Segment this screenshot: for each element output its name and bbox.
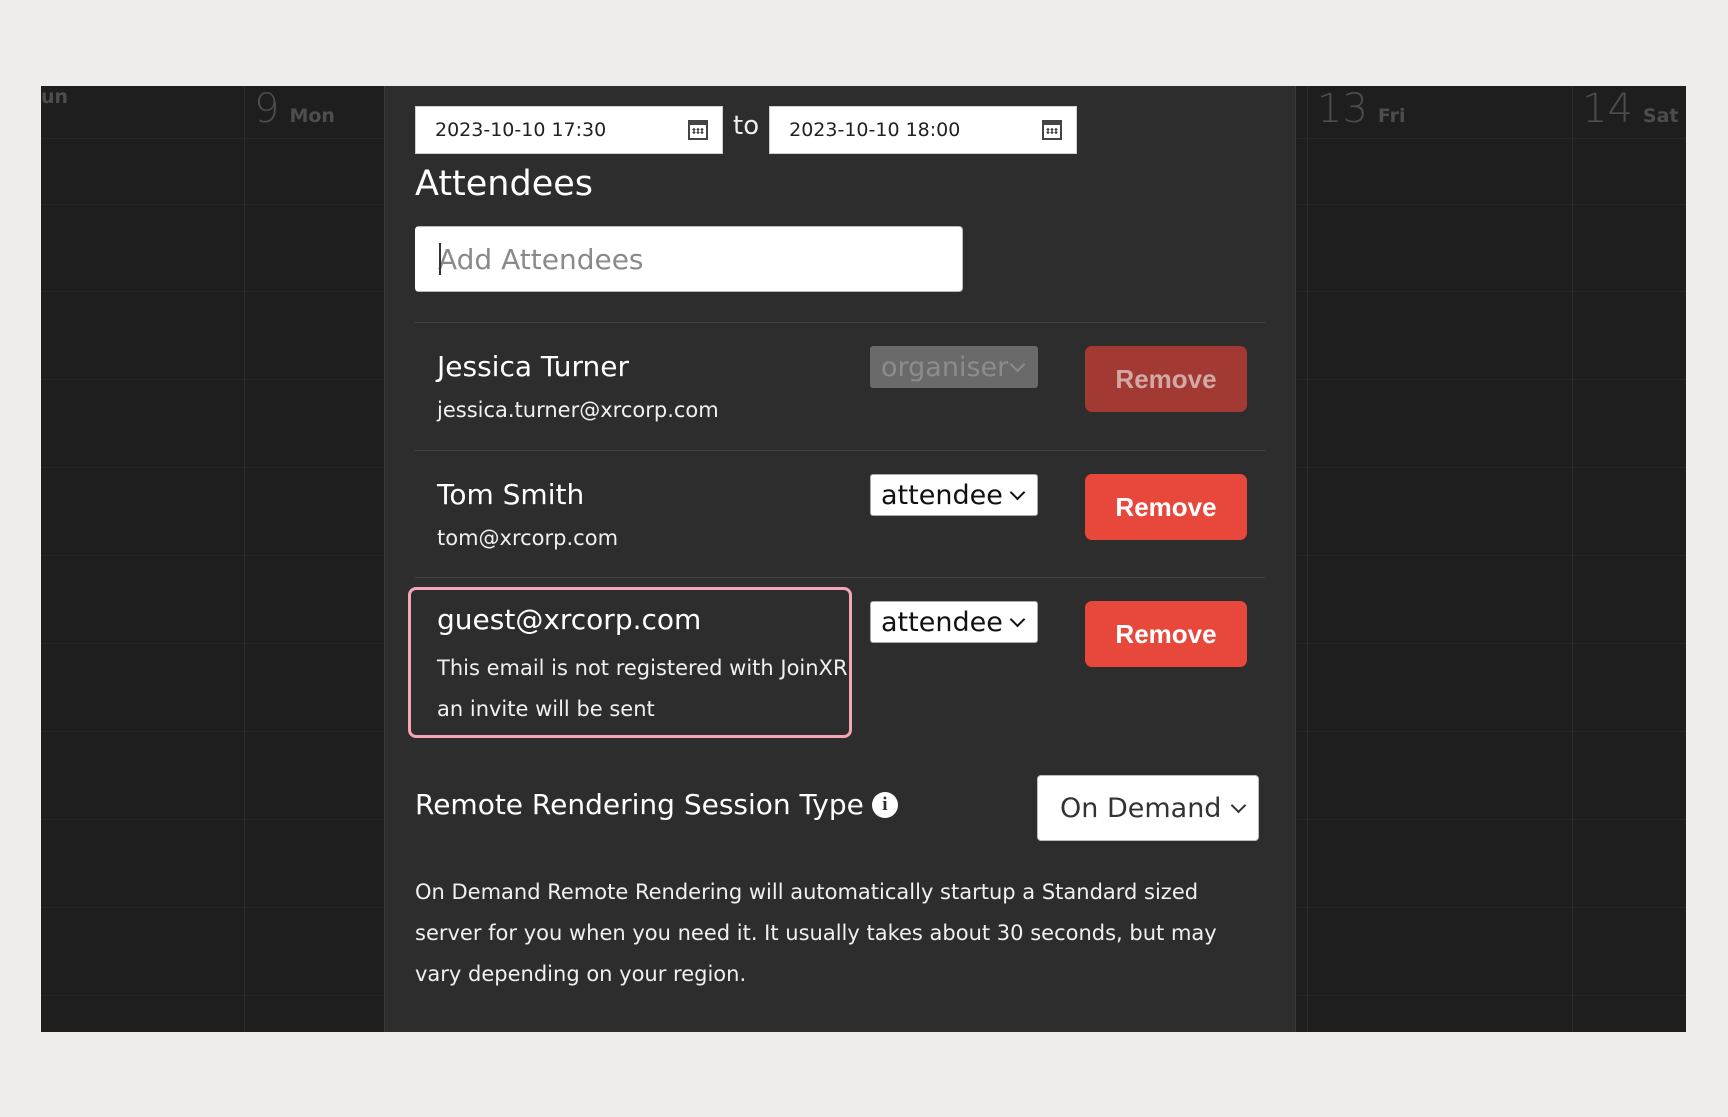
session-type-select[interactable]: On Demand <box>1037 775 1259 841</box>
role-select: organiser <box>870 346 1038 388</box>
chevron-down-icon <box>1230 797 1247 813</box>
guest-note-line: an invite will be sent <box>437 697 655 721</box>
chevron-down-icon <box>1009 356 1026 372</box>
day-number: 14 <box>1582 86 1633 132</box>
calendar-icon[interactable] <box>1042 120 1063 140</box>
chevron-down-icon <box>1009 611 1026 627</box>
calendar-column-divider <box>244 86 245 1032</box>
session-type-value: On Demand <box>1060 792 1222 824</box>
day-of-week: Fri <box>1377 105 1406 127</box>
role-select[interactable]: attendee <box>870 474 1038 516</box>
calendar-day-header: 14 Sat <box>1582 86 1679 138</box>
text-caret <box>439 243 441 275</box>
remote-rendering-description: On Demand Remote Rendering will automati… <box>415 880 1217 986</box>
day-of-week: Mon <box>289 105 335 127</box>
role-select-value: attendee <box>881 606 1003 638</box>
app-window: un 9 Mon 13 Fri 14 Sat 2023-10-10 17:30 … <box>41 86 1686 1032</box>
guest-attendee-row: guest@xrcorp.com This email is not regis… <box>408 578 1265 758</box>
calendar-day-header: un <box>41 86 68 138</box>
day-of-week: Sat <box>1642 105 1679 127</box>
calendar-icon[interactable] <box>688 120 708 140</box>
start-datetime-value: 2023-10-10 17:30 <box>435 119 607 141</box>
attendee-row: Jessica Turner jessica.turner@xrcorp.com… <box>415 323 1265 450</box>
attendee-name: Tom Smith <box>437 478 585 511</box>
role-select-value: attendee <box>881 479 1003 511</box>
day-of-week: un <box>41 86 69 108</box>
remote-rendering-label: Remote Rendering Session Type i <box>415 788 898 821</box>
attendees-title: Attendees <box>415 164 594 204</box>
remove-button[interactable]: Remove <box>1085 474 1247 540</box>
start-datetime-input[interactable]: 2023-10-10 17:30 <box>415 106 723 154</box>
calendar-column-divider <box>1307 86 1308 1032</box>
remove-button: Remove <box>1085 346 1247 412</box>
add-attendees-input[interactable] <box>415 226 963 292</box>
guest-email: guest@xrcorp.com <box>437 603 702 636</box>
attendee-email: jessica.turner@xrcorp.com <box>437 398 719 422</box>
remote-rendering-label-text: Remote Rendering Session Type <box>415 788 864 821</box>
event-modal: 2023-10-10 17:30 to 2023-10-10 18:00 Att… <box>384 86 1296 1032</box>
datetime-range: 2023-10-10 17:30 to 2023-10-10 18:00 <box>415 106 1078 154</box>
guest-note-line: This email is not registered with JoinXR <box>437 656 848 680</box>
chevron-down-icon <box>1009 484 1026 500</box>
role-select[interactable]: attendee <box>870 601 1038 643</box>
end-datetime-input[interactable]: 2023-10-10 18:00 <box>769 106 1078 154</box>
to-label: to <box>733 111 760 141</box>
day-number: 9 <box>254 86 280 132</box>
attendee-name: Jessica Turner <box>437 350 629 383</box>
day-number: 13 <box>1317 86 1368 132</box>
role-select-value: organiser <box>881 351 1009 383</box>
attendee-row: Tom Smith tom@xrcorp.com attendee Remove <box>415 451 1265 578</box>
calendar-column-divider <box>1572 86 1573 1032</box>
end-datetime-value: 2023-10-10 18:00 <box>789 119 961 141</box>
calendar-day-header: 9 Mon <box>254 86 335 138</box>
calendar-day-header: 13 Fri <box>1317 86 1406 138</box>
remove-button[interactable]: Remove <box>1085 601 1247 667</box>
attendee-email: tom@xrcorp.com <box>437 526 619 550</box>
guest-invite-note: This email is not registered with JoinXR… <box>437 648 848 730</box>
info-icon[interactable]: i <box>871 791 898 818</box>
